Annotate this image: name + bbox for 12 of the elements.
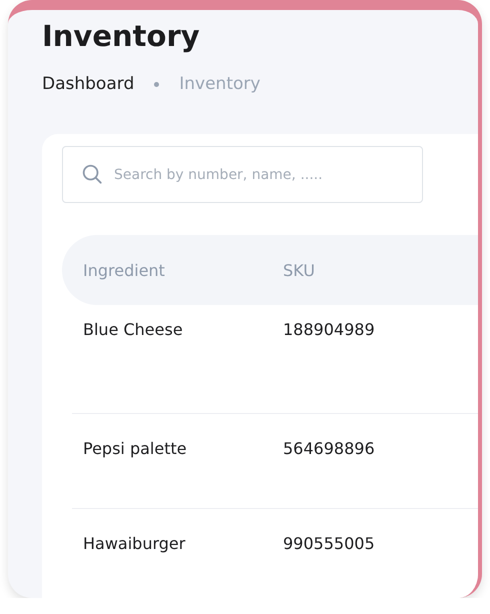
search-field[interactable]: Search by number, name, ..... bbox=[62, 146, 423, 203]
table-cell-text: Pepsi palette bbox=[82, 439, 188, 458]
breadcrumb-link[interactable]: Dashboard bbox=[42, 74, 134, 94]
table-cell-text: Hawaiburger bbox=[82, 534, 186, 553]
table-cell-text: 564698896 bbox=[282, 439, 376, 458]
table-cell-text: Blue Cheese bbox=[82, 320, 184, 339]
separator-dot bbox=[154, 82, 160, 86]
table-cell-text: 990555005 bbox=[282, 534, 376, 553]
table-cell-text: 188904989 bbox=[282, 320, 376, 339]
column-header: Ingredient bbox=[82, 260, 166, 280]
page-title: Inventory bbox=[42, 18, 200, 54]
column-header: SKU bbox=[282, 260, 316, 280]
